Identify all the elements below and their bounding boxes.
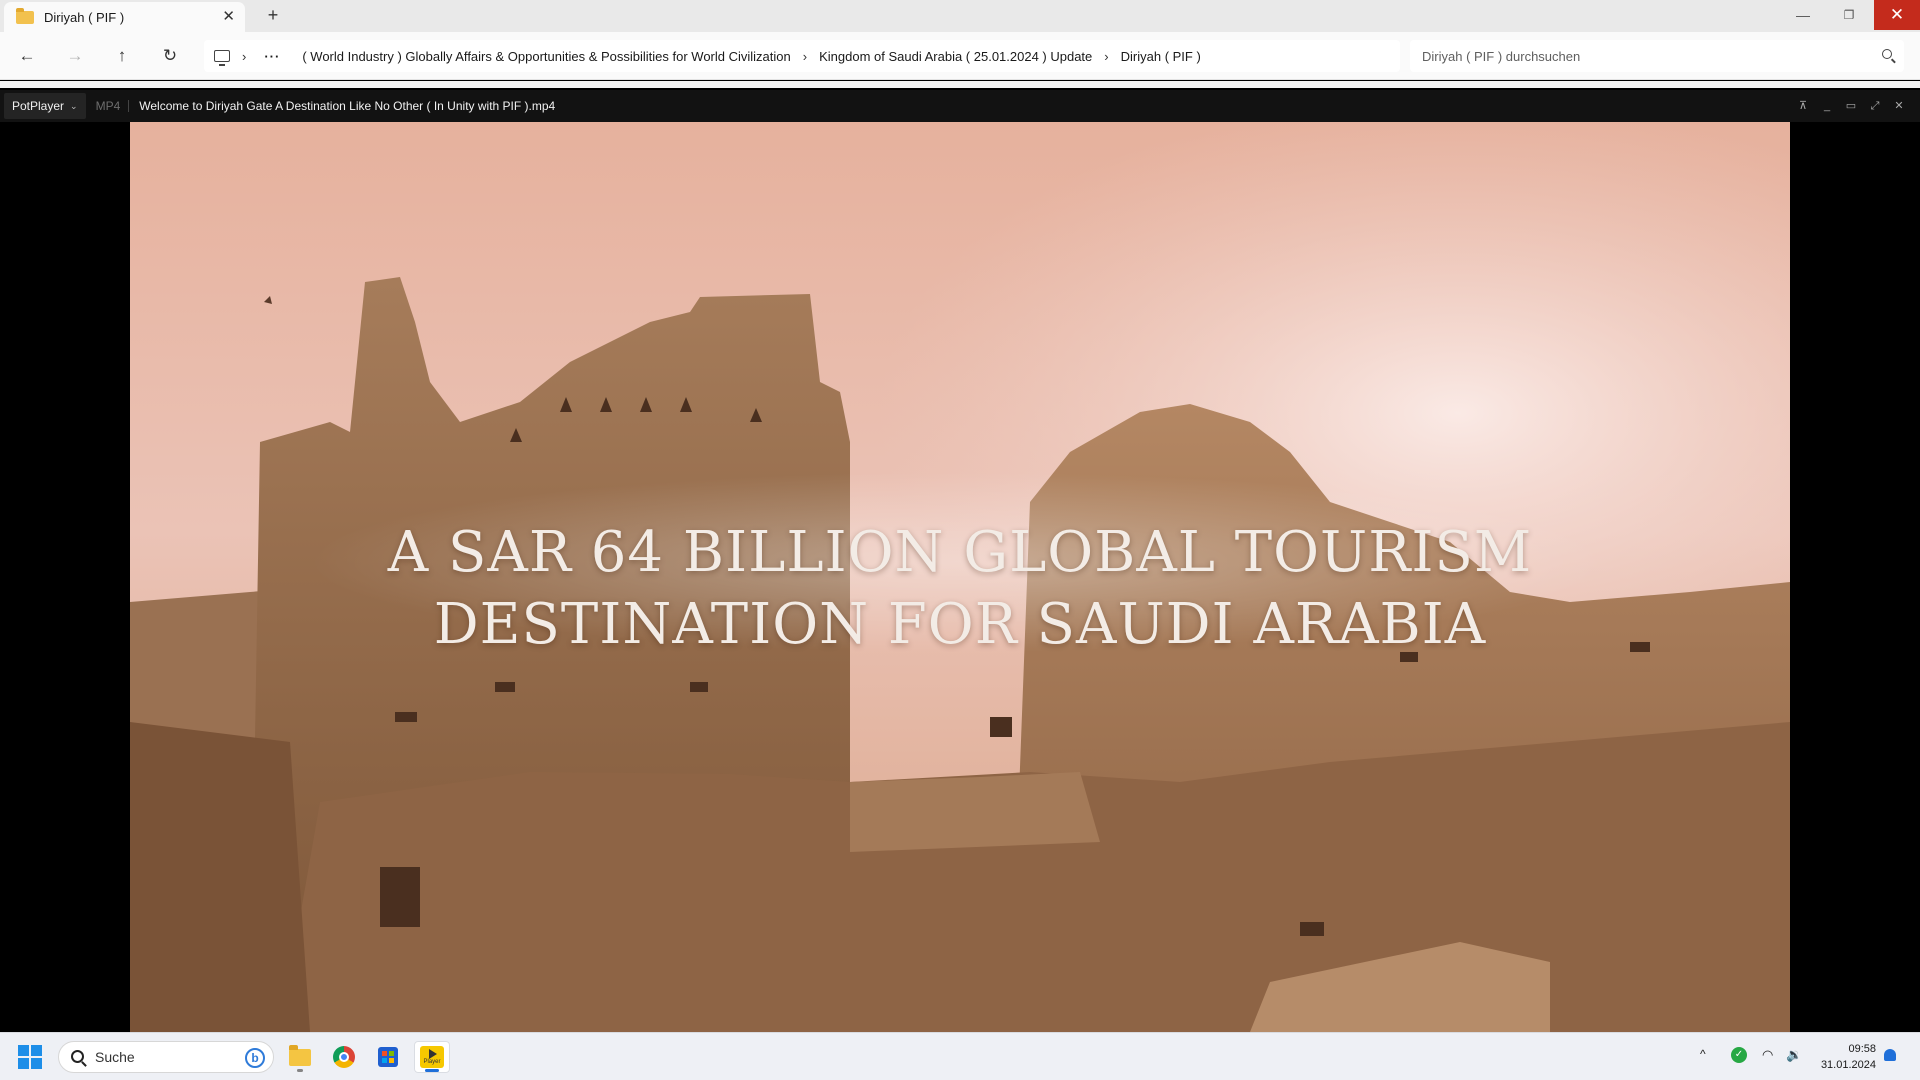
tab-diriyah-pif[interactable]: Diriyah ( PIF ) ✕	[4, 2, 245, 32]
player-close-button[interactable]: ✕	[1891, 98, 1907, 114]
explorer-tab-bar: Diriyah ( PIF ) ✕ + — ❐ ✕	[0, 0, 1920, 32]
breadcrumb-more-button[interactable]: ···	[264, 49, 280, 64]
chrome-icon	[333, 1046, 355, 1068]
taskbar-search-box[interactable]: Suche b	[58, 1041, 274, 1073]
video-file-name: Welcome to Diriyah Gate A Destination Li…	[139, 99, 556, 113]
bing-icon[interactable]: b	[245, 1048, 265, 1068]
video-frame[interactable]: A SAR 64 BILLION GLOBAL TOURISM DESTINAT…	[130, 122, 1790, 1032]
potplayer-menu-label: PotPlayer	[12, 99, 65, 113]
player-minimize-button[interactable]: _	[1819, 98, 1835, 114]
file-explorer-icon	[289, 1044, 311, 1066]
taskbar-search-label: Suche	[95, 1049, 135, 1065]
folder-icon	[16, 7, 34, 24]
breadcrumb-item-saudi-arabia[interactable]: Kingdom of Saudi Arabia ( 25.01.2024 ) U…	[819, 49, 1092, 64]
potplayer-icon: Player	[420, 1046, 444, 1068]
tab-title: Diriyah ( PIF )	[44, 9, 125, 25]
restore-window-button[interactable]: ❐	[1826, 0, 1872, 30]
this-pc-icon[interactable]	[214, 50, 230, 66]
potplayer-title-bar: PotPlayer ⌄ MP4 Welcome to Diriyah Gate …	[0, 90, 1920, 122]
up-button[interactable]: ↑	[110, 44, 134, 68]
explorer-nav-bar: ← → ↑ ↻ › ··· ( World Industry ) Globall…	[0, 32, 1920, 80]
windows-taskbar: Suche b Player ^ ✓ ◠ 🔉 09:58 31.01.2024	[0, 1032, 1920, 1080]
player-maximize-button[interactable]: ▭	[1843, 98, 1859, 114]
explorer-content-strip	[0, 81, 1920, 88]
potplayer-menu-button[interactable]: PotPlayer ⌄	[4, 93, 86, 119]
volume-icon[interactable]: 🔉	[1786, 1047, 1802, 1063]
search-icon	[71, 1050, 84, 1063]
running-indicator	[297, 1069, 303, 1072]
refresh-button[interactable]: ↻	[158, 44, 182, 68]
breadcrumb-item-diriyah[interactable]: Diriyah ( PIF )	[1121, 49, 1201, 64]
file-explorer-taskbar-button[interactable]	[282, 1041, 318, 1073]
player-fullscreen-button[interactable]: ⤢	[1867, 98, 1883, 114]
security-shield-icon[interactable]: ✓	[1731, 1047, 1747, 1063]
breadcrumb-separator[interactable]: ›	[1104, 49, 1108, 64]
folder-search-input[interactable]: Diriyah ( PIF ) durchsuchen	[1410, 40, 1904, 72]
chrome-taskbar-button[interactable]	[326, 1041, 362, 1073]
back-button[interactable]: ←	[15, 44, 39, 68]
breadcrumb-separator[interactable]: ›	[803, 49, 807, 64]
new-tab-button[interactable]: +	[262, 5, 284, 26]
video-subtitle-line-2: DESTINATION FOR SAUDI ARABIA	[433, 592, 1487, 657]
breadcrumb-separator[interactable]: ›	[242, 49, 246, 64]
close-tab-icon[interactable]: ✕	[222, 7, 235, 25]
search-placeholder: Diriyah ( PIF ) durchsuchen	[1422, 48, 1581, 64]
forward-button[interactable]: →	[63, 44, 87, 68]
pin-icon[interactable]: ⊼	[1795, 98, 1811, 114]
microsoft-store-icon	[378, 1047, 398, 1067]
search-icon[interactable]	[1882, 49, 1892, 59]
start-button[interactable]	[18, 1045, 42, 1069]
potplayer-taskbar-button[interactable]: Player	[414, 1041, 450, 1073]
show-hidden-icons-button[interactable]: ^	[1700, 1047, 1706, 1061]
system-clock[interactable]: 09:58 31.01.2024	[1812, 1041, 1876, 1073]
wifi-icon[interactable]: ◠	[1762, 1047, 1773, 1063]
minimize-window-button[interactable]: —	[1780, 0, 1826, 30]
clock-date: 31.01.2024	[1820, 1059, 1876, 1071]
video-viewport[interactable]: A SAR 64 BILLION GLOBAL TOURISM DESTINAT…	[0, 122, 1920, 1032]
file-format-label: MP4	[95, 99, 121, 113]
notification-bell-icon[interactable]	[1884, 1049, 1896, 1061]
breadcrumb-item-world-industry[interactable]: ( World Industry ) Globally Affairs & Op…	[302, 49, 790, 64]
close-window-button[interactable]: ✕	[1874, 0, 1920, 30]
divider	[128, 100, 130, 112]
address-bar[interactable]: › ··· ( World Industry ) Globally Affair…	[204, 40, 1400, 72]
active-indicator	[425, 1069, 439, 1072]
video-subtitle-line-1: A SAR 64 BILLION GLOBAL TOURISM	[387, 520, 1533, 585]
microsoft-store-taskbar-button[interactable]	[370, 1041, 406, 1073]
clock-time: 09:58	[1848, 1043, 1876, 1055]
chevron-down-icon: ⌄	[70, 100, 78, 111]
